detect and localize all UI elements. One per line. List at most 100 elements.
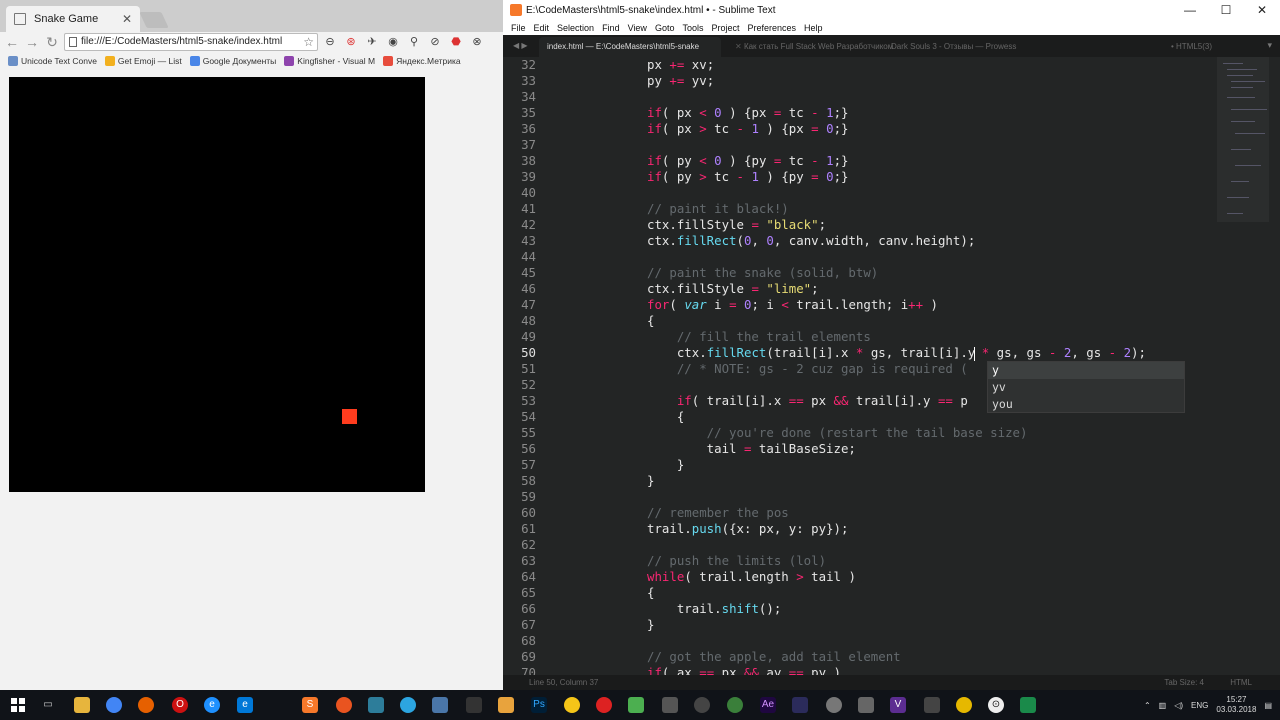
file-explorer-icon[interactable] (74, 697, 90, 713)
code-line: if( trail[i].x == px && trail[i].y == p (676, 393, 968, 408)
bookmark-item[interactable]: Unicode Text Conve (8, 56, 97, 66)
new-tab-button[interactable] (139, 12, 169, 28)
autocomplete-item[interactable]: y (988, 362, 1184, 379)
extension-icon[interactable]: ⊘ (427, 34, 443, 50)
app-icon[interactable] (792, 697, 808, 713)
app-icon[interactable]: ⊙ (988, 697, 1004, 713)
line-number: 35 (521, 105, 536, 120)
firefox-icon[interactable] (138, 697, 154, 713)
extension-icon[interactable]: ✈ (364, 34, 380, 50)
chrome-icon[interactable] (106, 697, 122, 713)
extension-icon[interactable]: ⚲ (406, 34, 422, 50)
vk-icon[interactable] (432, 697, 448, 713)
code-editor[interactable]: 32 px += xv; 33 py += yv; 34 35 if( px < 0 … (503, 57, 1213, 675)
close-tab-icon[interactable]: ✕ (735, 42, 742, 51)
ubuntu-icon[interactable] (336, 697, 352, 713)
app-icon[interactable] (662, 697, 678, 713)
address-bar[interactable]: file:///E:/CodeMasters/html5-snake/index… (64, 33, 318, 51)
clock[interactable]: 15:27 03.03.2018 (1216, 695, 1256, 715)
forward-arrow-icon[interactable]: → (24, 34, 40, 50)
app-icon[interactable] (924, 697, 940, 713)
app-icon[interactable] (564, 697, 580, 713)
extension-icon[interactable]: ⊛ (343, 34, 359, 50)
sublime-taskbar-icon[interactable]: S (302, 697, 318, 713)
back-arrow-icon[interactable]: ← (4, 34, 20, 50)
notifications-icon[interactable]: ▤ (1264, 701, 1272, 710)
code-line: if( ax == px && ay == py ) (647, 665, 841, 675)
snake-game-canvas[interactable] (9, 77, 425, 492)
minimap[interactable] (1213, 57, 1280, 675)
bookmark-star-icon[interactable]: ☆ (303, 34, 314, 50)
app-icon[interactable] (826, 697, 842, 713)
bookmark-item[interactable]: Google Документы (189, 56, 276, 66)
menu-view[interactable]: View (628, 23, 647, 33)
tab-size[interactable]: Tab Size: 4 (1164, 678, 1204, 687)
editor-tab[interactable]: ✕ Как стать Full Stack Web Разработчиком (721, 37, 897, 57)
editor-title-bar: E:\CodeMasters\html5-snake\index.html • … (503, 0, 1280, 20)
app-icon[interactable] (694, 697, 710, 713)
tab-list-chevron-icon[interactable]: ▾ (1267, 40, 1272, 51)
editor-tab[interactable]: Dark Souls 3 - Отзывы — Prowess (883, 37, 1043, 57)
app-icon[interactable] (466, 697, 482, 713)
tray-up-chevron-icon[interactable]: ⌃ (1144, 701, 1151, 710)
maximize-icon[interactable]: ☐ (1208, 0, 1244, 20)
internet-explorer-icon[interactable]: e (204, 697, 220, 713)
minimize-icon[interactable]: — (1172, 0, 1208, 20)
reload-icon[interactable]: ↻ (44, 34, 60, 50)
page-icon (14, 13, 26, 25)
telegram-icon[interactable] (400, 697, 416, 713)
taskbar: ▭ O e e S Ps Ae V ⊙ ⌃ ▥ ◁) ENG 15:27 03.… (0, 690, 1280, 720)
obs-icon[interactable] (596, 697, 612, 713)
menu-tools[interactable]: Tools (682, 23, 703, 33)
app-icon[interactable] (727, 697, 743, 713)
app-icon[interactable] (498, 697, 514, 713)
close-tab-icon[interactable]: ✕ (122, 12, 132, 26)
tab-scroll-arrows-icon[interactable]: ◀ ▶ (513, 41, 528, 50)
photoshop-icon[interactable]: Ps (531, 697, 547, 713)
volume-icon[interactable]: ◁) (1174, 701, 1183, 710)
app-icon[interactable] (368, 697, 384, 713)
opera-icon[interactable]: O (172, 697, 188, 713)
page-info-icon[interactable] (69, 37, 77, 47)
eye-icon[interactable]: ◉ (385, 34, 401, 50)
menu-find[interactable]: Find (602, 23, 620, 33)
network-icon[interactable]: ▥ (1159, 701, 1167, 710)
task-view-icon[interactable]: ▭ (40, 697, 56, 713)
menu-edit[interactable]: Edit (534, 23, 550, 33)
browser-tab-snake-game[interactable]: Snake Game ✕ (6, 6, 140, 32)
adblock-icon[interactable]: ⬣ (448, 34, 464, 50)
menu-goto[interactable]: Goto (655, 23, 675, 33)
page-content (0, 70, 503, 690)
menu-preferences[interactable]: Preferences (747, 23, 796, 33)
menu-help[interactable]: Help (804, 23, 823, 33)
menu-project[interactable]: Project (711, 23, 739, 33)
code-line: { (647, 585, 655, 600)
app-icon[interactable] (1020, 697, 1036, 713)
menu-selection[interactable]: Selection (557, 23, 594, 33)
extension-icon[interactable]: ⊗ (469, 34, 485, 50)
editor-tab-index-html[interactable]: index.html — E:\CodeMasters\html5-snake (539, 37, 721, 57)
app-icon[interactable] (628, 697, 644, 713)
app-icon[interactable] (956, 697, 972, 713)
syntax-mode[interactable]: HTML (1230, 678, 1252, 687)
menu-file[interactable]: File (511, 23, 526, 33)
close-window-icon[interactable]: ✕ (1244, 0, 1280, 20)
editor-tab[interactable]: • HTML5(3) (1163, 37, 1243, 57)
app-icon[interactable] (858, 697, 874, 713)
minimap-line (1231, 109, 1267, 110)
code-line: { (647, 313, 655, 328)
visual-studio-icon[interactable]: V (890, 697, 906, 713)
minimap-line (1231, 81, 1265, 82)
minimap-line (1227, 75, 1253, 76)
keyboard-language[interactable]: ENG (1191, 701, 1208, 710)
after-effects-icon[interactable]: Ae (760, 697, 776, 713)
bookmark-item[interactable]: Get Emoji — List (104, 56, 182, 66)
code-line: } (647, 457, 685, 472)
bookmark-item[interactable]: Яндекс.Метрика (383, 56, 461, 66)
bookmark-item[interactable]: Kingfisher - Visual M (284, 56, 375, 66)
autocomplete-item[interactable]: you (988, 396, 1184, 413)
autocomplete-item[interactable]: yv (988, 379, 1184, 396)
edge-icon[interactable]: e (237, 697, 253, 713)
extension-icon[interactable]: ⊖ (322, 34, 338, 50)
windows-start-icon[interactable] (11, 698, 25, 712)
